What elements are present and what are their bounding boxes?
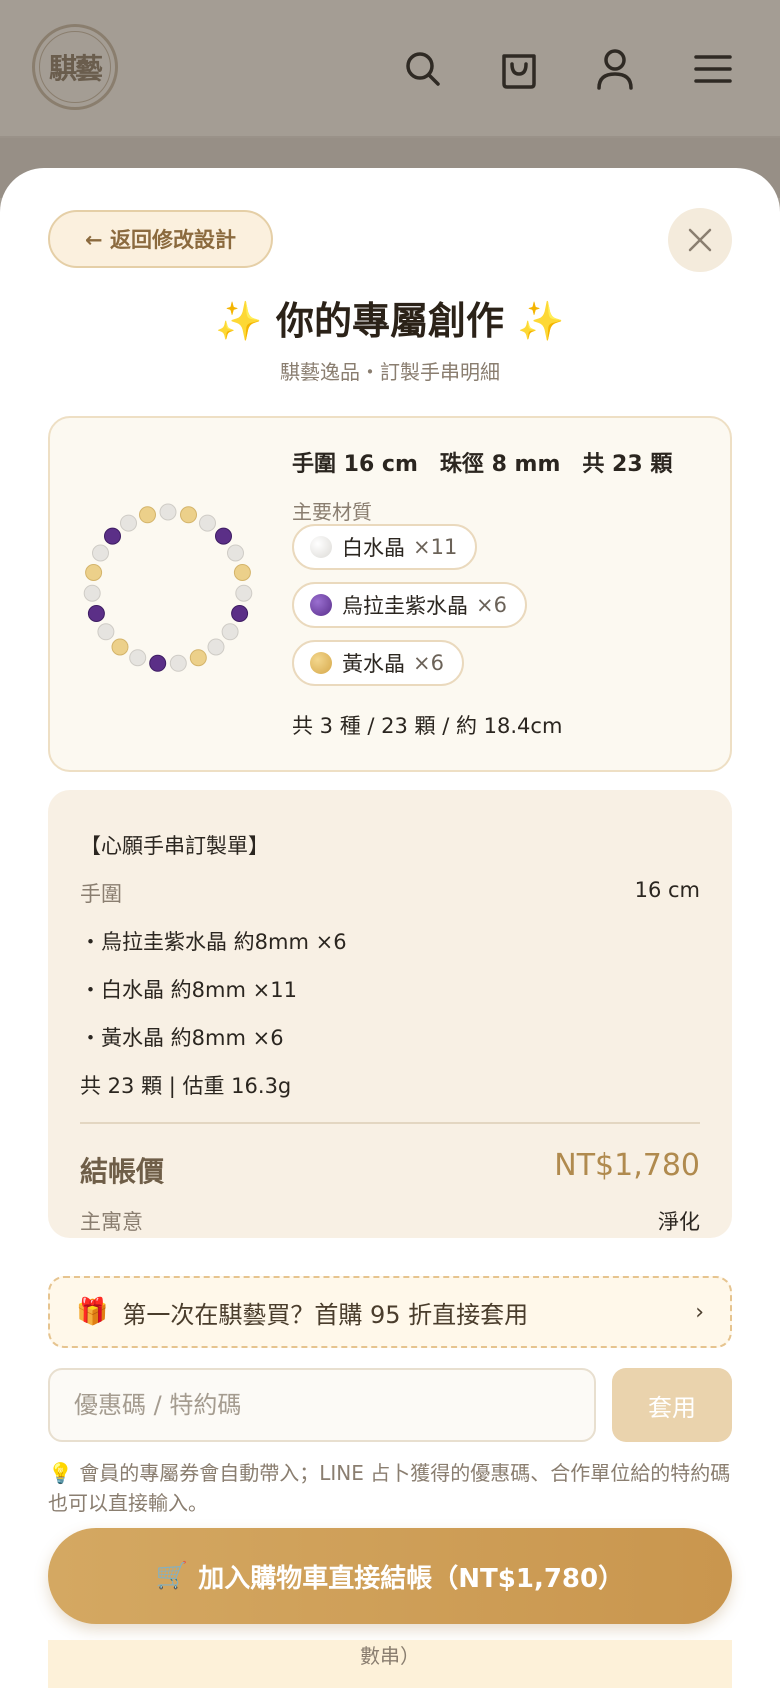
checkout-price: NT$1,780 (554, 1148, 700, 1183)
material-qty: ×6 (413, 651, 444, 675)
back-to-design-button[interactable]: ← 返回修改設計 (48, 210, 273, 268)
citrine-dot (310, 652, 332, 674)
meaning-value: 淨化 (658, 1210, 700, 1234)
coupon-input[interactable] (48, 1368, 596, 1442)
material-chip: 黃水晶 ×6 (292, 640, 464, 686)
wrist-value: 16 cm (634, 878, 700, 902)
apply-coupon-button[interactable]: 套用 (612, 1368, 732, 1442)
order-heading: 【心願手串訂製單】 (80, 834, 269, 858)
bracelet-preview (83, 503, 253, 672)
bead (189, 649, 207, 667)
bead (233, 564, 251, 581)
promo-text: 第一次在騏藝買？首購 95 折直接套用 (122, 1300, 529, 1329)
sparkle-icon: ✨ (215, 298, 263, 343)
coupon-note: 💡 會員的專屬券會自動帶入；LINE 占卜獲得的優惠碼、合作單位給的特約碼也可以… (48, 1458, 732, 1516)
bead (231, 605, 249, 622)
close-button[interactable] (668, 208, 732, 272)
cart-icon: 🛒 (155, 1561, 189, 1591)
page-title: ✨ 你的專屬創作 ✨ (0, 290, 780, 345)
bead (235, 584, 253, 602)
order-line-item: ・黃水晶 約8mm ×6 (80, 1026, 284, 1050)
material-name: 黃水晶 (342, 652, 405, 676)
bead (85, 564, 103, 581)
divider (80, 1122, 700, 1124)
shopping-bag-icon[interactable] (494, 44, 544, 94)
material-qty: ×11 (413, 535, 458, 559)
footer-strip: 數串） (48, 1640, 732, 1688)
bead (159, 503, 177, 521)
page-subtitle: 騏藝逸品・訂製手串明細 (280, 360, 500, 384)
brand-logo[interactable]: 騏藝 (32, 24, 118, 110)
design-total: 共 3 種 / 23 顆 / 約 18.4cm (292, 714, 563, 738)
material-qty: ×6 (476, 593, 507, 617)
bead (149, 654, 167, 672)
material-chip: 烏拉圭紫水晶 ×6 (292, 582, 527, 628)
bead (83, 584, 101, 602)
meaning-label: 主寓意 (80, 1210, 143, 1234)
design-summary-card: 手圍 16 cm 珠徑 8 mm 共 23 顆 主要材質 白水晶 ×11 烏拉圭紫水晶… (48, 416, 732, 772)
back-label: ← 返回修改設計 (85, 228, 236, 252)
bead-count: 共 23 顆 (582, 452, 673, 477)
order-line-item: ・烏拉圭紫水晶 約8mm ×6 (80, 930, 347, 954)
bead (87, 605, 105, 622)
bead (111, 638, 129, 656)
search-icon[interactable] (398, 44, 448, 94)
title-text: 你的專屬創作 (275, 298, 504, 343)
sparkle-icon: ✨ (517, 298, 565, 343)
bead (207, 638, 225, 656)
white-crystal-dot (310, 536, 332, 558)
close-icon (688, 228, 712, 252)
material-chip: 白水晶 ×11 (292, 524, 478, 570)
amethyst-dot (310, 594, 332, 616)
bead (139, 506, 156, 524)
cta-label: 加入購物車直接結帳（NT$1,780） (198, 1563, 625, 1594)
gift-icon: 🎁 (76, 1297, 109, 1327)
order-line-item: ・白水晶 約8mm ×11 (80, 978, 297, 1002)
add-to-cart-checkout-button[interactable]: 🛒 加入購物車直接結帳（NT$1,780） (48, 1528, 732, 1624)
order-summary-sheet: ← 返回修改設計 ✨ 你的專屬創作 ✨ 騏藝逸品・訂製手串明細 手圍 16 cm… (0, 168, 780, 1688)
bead (199, 514, 216, 532)
order-total: 共 23 顆 | 估重 16.3g (80, 1074, 292, 1098)
design-stats: 手圍 16 cm 珠徑 8 mm 共 23 顆 (292, 446, 694, 478)
bead (215, 527, 232, 545)
chevron-right-icon: › (695, 1299, 704, 1325)
bead (120, 514, 137, 532)
note-text: 會員的專屬券會自動帶入；LINE 占卜獲得的優惠碼、合作單位給的特約碼也可以直接… (48, 1461, 731, 1515)
bead (104, 527, 121, 545)
user-icon[interactable] (590, 44, 640, 94)
bead (169, 654, 187, 672)
bead (129, 649, 147, 667)
checkout-price-label: 結帳價 (80, 1155, 165, 1188)
bead (97, 623, 115, 641)
bead (92, 544, 109, 562)
wrist-label: 手圍 (80, 882, 122, 906)
first-purchase-promo[interactable]: 🎁 第一次在騏藝買？首購 95 折直接套用 › (48, 1276, 732, 1348)
bead (180, 506, 197, 524)
menu-icon[interactable] (688, 44, 738, 94)
bead (227, 544, 244, 562)
logo-text: 騏藝 (48, 52, 103, 85)
order-detail-card: 【心願手串訂製單】 手圍 16 cm ・烏拉圭紫水晶 約8mm ×6 ・白水晶 … (48, 790, 732, 1238)
materials-label: 主要材質 (292, 500, 372, 524)
material-name: 白水晶 (342, 536, 405, 560)
site-header: 騏藝 (0, 0, 780, 138)
bead-size: 珠徑 8 mm (439, 452, 561, 477)
wrist-size: 手圍 16 cm (292, 452, 418, 477)
bead (221, 623, 239, 641)
material-name: 烏拉圭紫水晶 (342, 594, 468, 618)
lightbulb-icon: 💡 (48, 1461, 73, 1485)
